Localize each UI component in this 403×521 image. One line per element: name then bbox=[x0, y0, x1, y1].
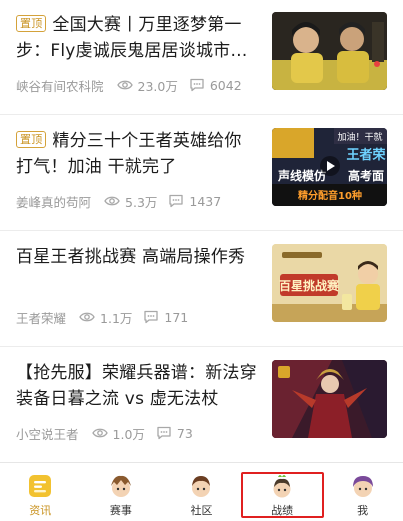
tab-news[interactable]: 资讯 bbox=[0, 463, 81, 521]
news-feed: 置顶 全国大赛丨万里逐梦第一步：Fly虔诚辰鬼居居谈城市… 峡谷有间农科院 23.… bbox=[0, 0, 403, 462]
feed-item-title[interactable]: 【抢先服】荣耀兵器谱：新法穿装备日暮之流 vs 虚无法杖 bbox=[16, 360, 258, 412]
feed-item-title[interactable]: 百星王者挑战赛 高端局操作秀 bbox=[16, 244, 258, 270]
me-avatar-icon bbox=[348, 471, 378, 501]
view-count: 1.0万 bbox=[112, 426, 145, 442]
eye-icon bbox=[91, 426, 109, 440]
thumb-text-cheer: 加油！干就 bbox=[337, 131, 382, 143]
feed-item-title-text: 精分三十个王者英雄给你打气！加油 干就完了 bbox=[16, 131, 242, 177]
tab-me[interactable]: 我 bbox=[322, 463, 403, 521]
tab-records[interactable]: 战绩 bbox=[242, 463, 323, 521]
author-name[interactable]: 姜峰真的苟阿 bbox=[16, 192, 91, 211]
record-avatar-icon bbox=[267, 471, 297, 501]
thumb-text-game: 王者荣 bbox=[346, 147, 386, 163]
feed-item-meta: 小空说王者 1.0万 73 bbox=[16, 423, 193, 443]
comment-count: 6042 bbox=[209, 77, 242, 93]
tab-label: 赛事 bbox=[109, 504, 132, 517]
tab-label: 社区 bbox=[190, 504, 213, 517]
view-count: 5.3万 bbox=[125, 194, 158, 210]
feed-thumbnail[interactable]: 加油！干就 王者荣 声线模仿 高考面 精分配音10种 bbox=[272, 128, 387, 206]
tab-label: 战绩 bbox=[271, 504, 294, 517]
news-icon bbox=[25, 471, 55, 501]
community-avatar-icon bbox=[186, 471, 216, 501]
feed-item-title-text: 全国大赛丨万里逐梦第一步：Fly虔诚辰鬼居居谈城市… bbox=[16, 15, 248, 61]
author-name[interactable]: 小空说王者 bbox=[16, 424, 79, 443]
comment-count: 73 bbox=[176, 425, 193, 441]
thumb-text-dub: 精分配音10种 bbox=[298, 189, 362, 202]
video-play-icon[interactable] bbox=[319, 155, 341, 177]
thumb-text-exam: 高考面 bbox=[348, 168, 384, 183]
feed-item-title[interactable]: 置顶 精分三十个王者英雄给你打气！加油 干就完了 bbox=[16, 128, 258, 180]
match-avatar-icon bbox=[106, 471, 136, 501]
feed-thumbnail[interactable]: 百星挑战赛 bbox=[272, 244, 387, 322]
challenge-banner: 百星挑战赛 bbox=[272, 244, 387, 322]
hero-artwork bbox=[272, 360, 387, 438]
feed-item-meta: 峡谷有间农科院 23.0万 6042 bbox=[16, 75, 242, 95]
pinned-badge: 置顶 bbox=[16, 131, 47, 148]
eye-icon bbox=[78, 310, 96, 324]
feed-item-title-text: 【抢先服】荣耀兵器谱：新法穿装备日暮之流 vs 虚无法杖 bbox=[16, 363, 257, 409]
view-count: 23.0万 bbox=[137, 78, 178, 94]
tab-community[interactable]: 社区 bbox=[161, 463, 242, 521]
feed-item-meta: 姜峰真的苟阿 5.3万 1437 bbox=[16, 191, 221, 211]
eye-icon bbox=[116, 78, 134, 92]
author-name[interactable]: 峡谷有间农科院 bbox=[16, 76, 104, 95]
view-count: 1.1万 bbox=[100, 310, 133, 326]
comment-icon bbox=[155, 426, 173, 440]
author-name[interactable]: 王者荣耀 bbox=[16, 308, 66, 327]
comment-icon bbox=[167, 194, 185, 208]
feed-item[interactable]: 置顶 全国大赛丨万里逐梦第一步：Fly虔诚辰鬼居居谈城市… 峡谷有间农科院 23.… bbox=[0, 0, 403, 115]
comment-icon bbox=[188, 78, 206, 92]
feed-item-meta: 王者荣耀 1.1万 171 bbox=[16, 307, 188, 327]
comment-icon bbox=[142, 310, 160, 324]
pinned-badge: 置顶 bbox=[16, 15, 47, 32]
comment-count: 1437 bbox=[189, 193, 222, 209]
feed-item-title-text: 百星王者挑战赛 高端局操作秀 bbox=[16, 247, 246, 267]
tab-label: 我 bbox=[357, 504, 369, 517]
feed-item-title[interactable]: 置顶 全国大赛丨万里逐梦第一步：Fly虔诚辰鬼居居谈城市… bbox=[16, 12, 258, 64]
thumb-text-challenge: 百星挑战赛 bbox=[279, 278, 340, 293]
feed-thumbnail[interactable] bbox=[272, 12, 387, 90]
feed-thumbnail[interactable] bbox=[272, 360, 387, 438]
feed-item[interactable]: 【抢先服】荣耀兵器谱：新法穿装备日暮之流 vs 虚无法杖 小空说王者 1.0万 … bbox=[0, 348, 403, 462]
feed-item[interactable]: 百星王者挑战赛 高端局操作秀 王者荣耀 1.1万 171 百星挑战赛 bbox=[0, 232, 403, 347]
feed-item[interactable]: 置顶 精分三十个王者英雄给你打气！加油 干就完了 姜峰真的苟阿 5.3万 1437… bbox=[0, 116, 403, 231]
bottom-tab-bar: 资讯 赛事 社区 战绩 我 bbox=[0, 462, 403, 521]
tab-label: 资讯 bbox=[29, 504, 52, 517]
comment-count: 171 bbox=[164, 309, 189, 325]
esports-players-photo bbox=[272, 12, 387, 90]
eye-icon bbox=[103, 194, 121, 208]
tab-matches[interactable]: 赛事 bbox=[81, 463, 162, 521]
